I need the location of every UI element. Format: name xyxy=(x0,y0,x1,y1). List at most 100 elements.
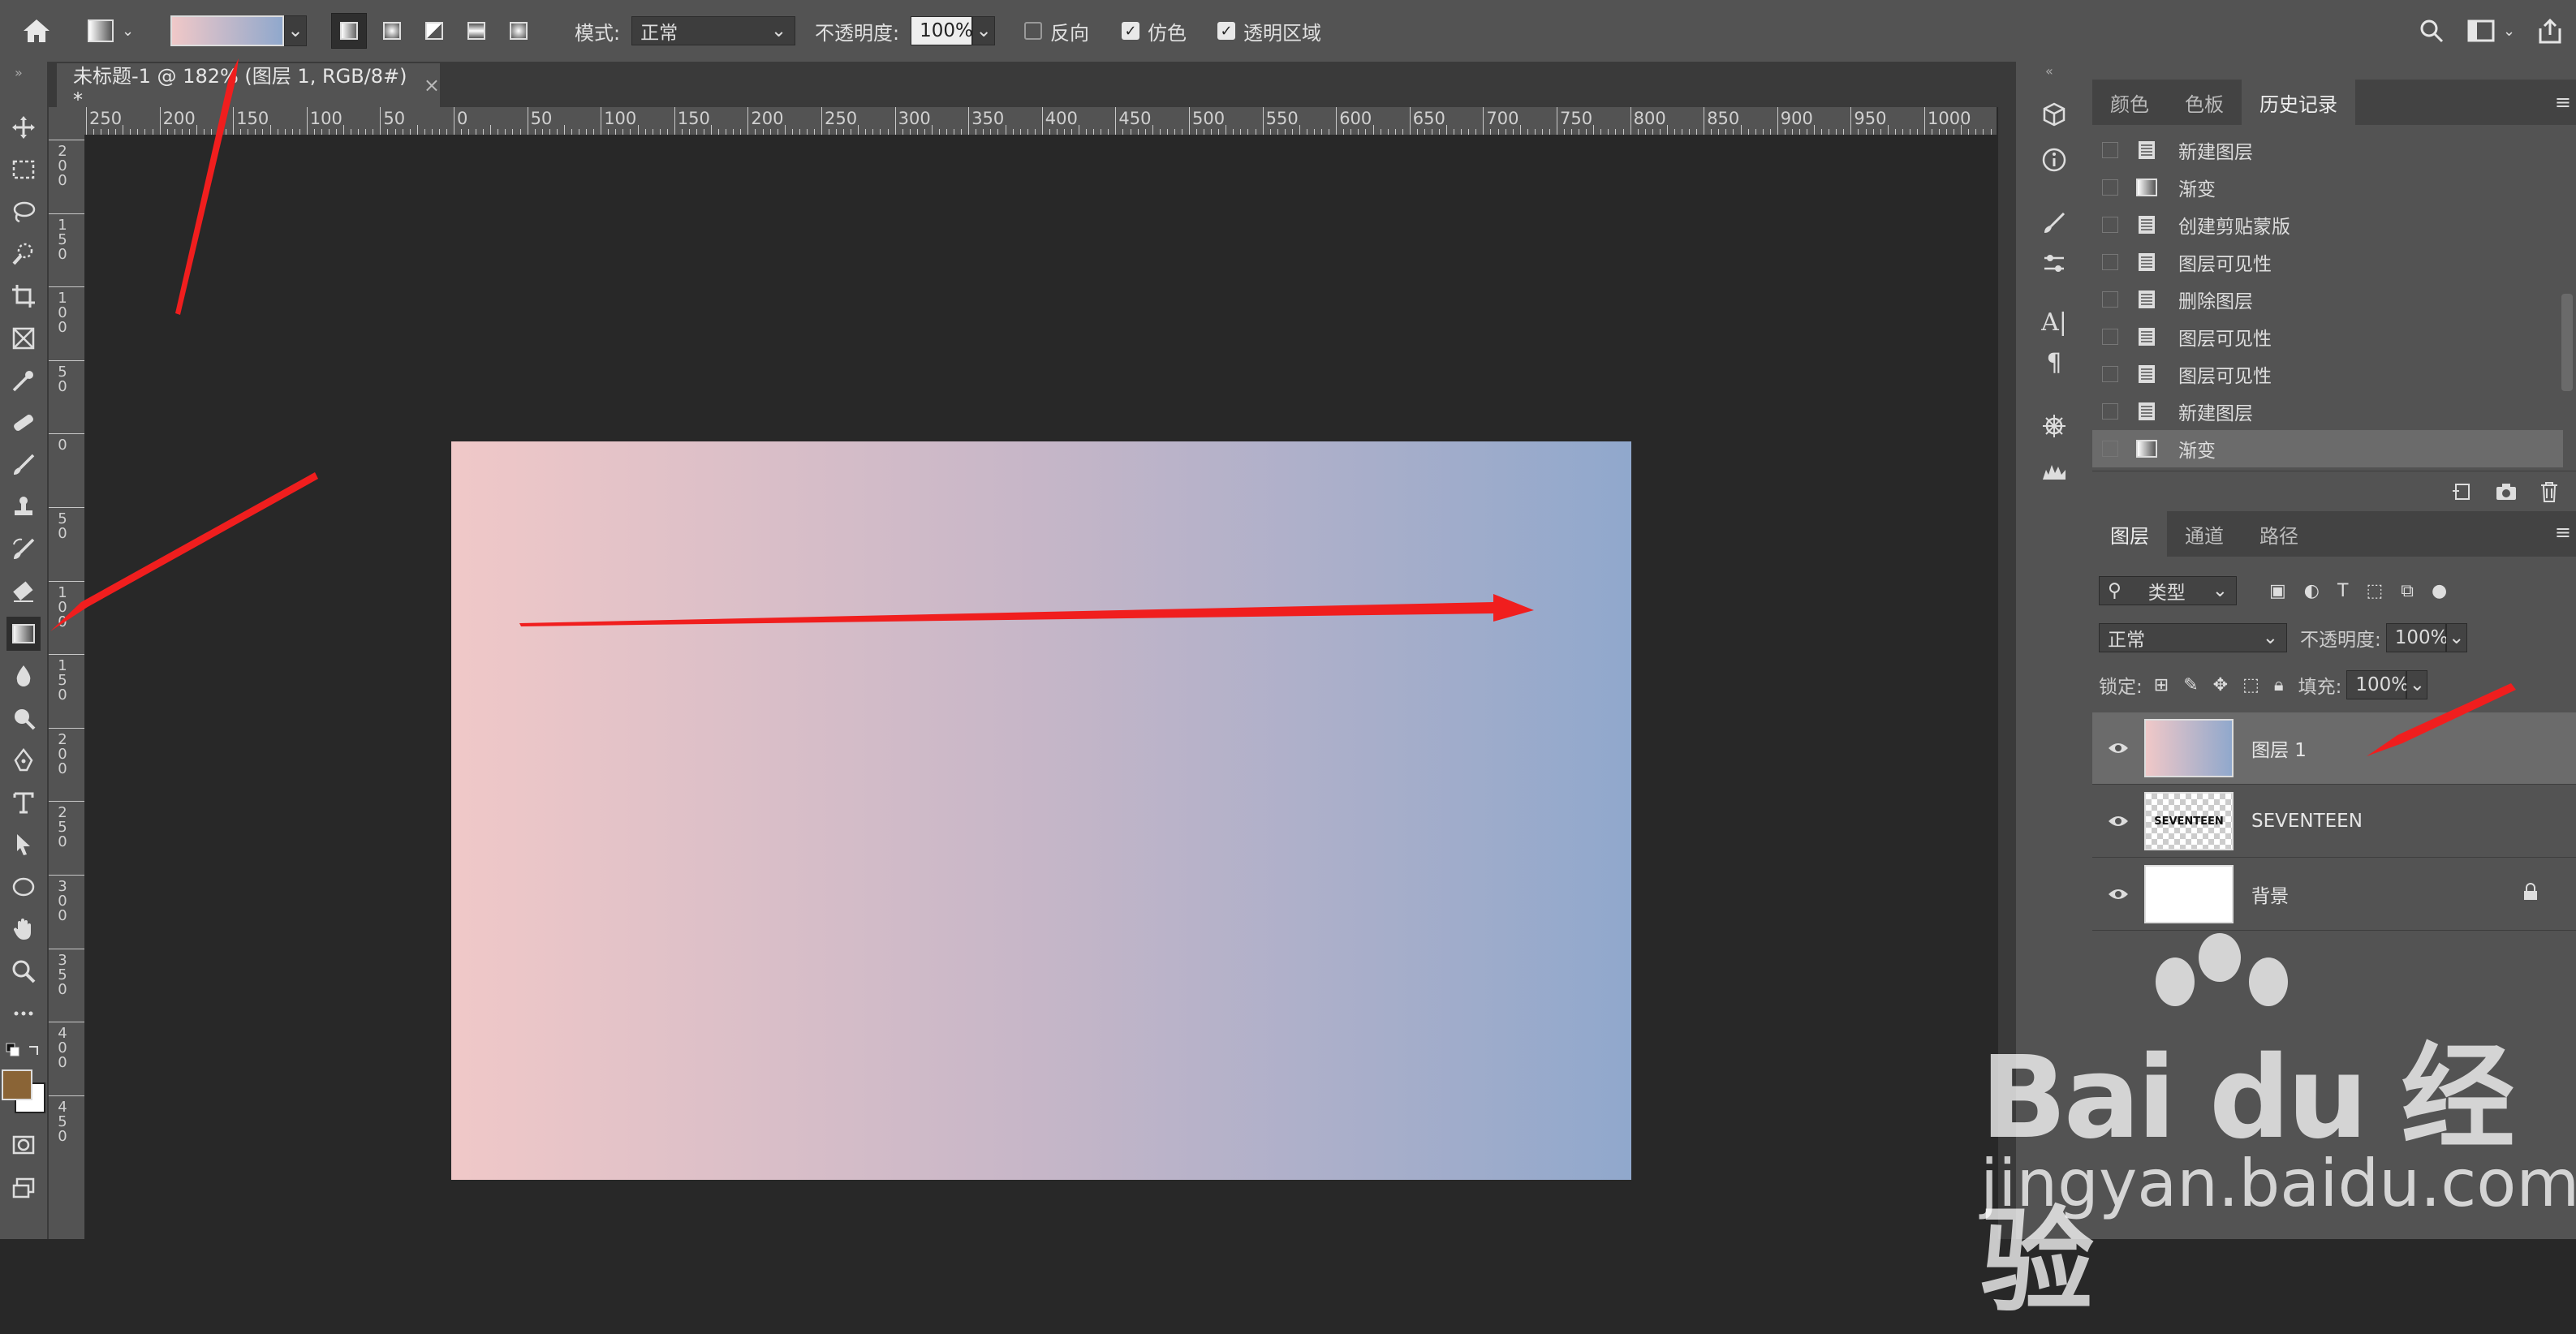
new-document-from-state-icon[interactable] xyxy=(2451,481,2474,502)
collapse-icon[interactable]: « xyxy=(2045,63,2053,79)
eye-icon[interactable] xyxy=(2092,741,2144,755)
layer-opacity-dropdown[interactable]: ⌄ xyxy=(2445,623,2467,652)
history-item[interactable]: 渐变 xyxy=(2092,169,2563,206)
info-panel-button[interactable] xyxy=(2037,143,2071,177)
frame-tool[interactable] xyxy=(6,321,41,355)
transparency-option[interactable]: ✓ 透明区域 xyxy=(1217,0,1321,62)
history-item[interactable]: 图层可见性 xyxy=(2092,355,2563,393)
reflected-gradient-button[interactable] xyxy=(459,14,493,48)
layer-name[interactable]: 图层 1 xyxy=(2251,734,2307,762)
linear-gradient-button[interactable] xyxy=(331,13,367,49)
angle-gradient-button[interactable] xyxy=(417,14,451,48)
shape-filter-icon[interactable]: ⬚ xyxy=(2366,581,2383,601)
collapse-icon[interactable]: » xyxy=(15,65,23,80)
home-button[interactable] xyxy=(21,0,52,62)
tab-channels[interactable]: 通道 xyxy=(2167,511,2242,557)
diamond-gradient-button[interactable] xyxy=(502,14,536,48)
history-snapshot-checkbox[interactable] xyxy=(2102,291,2118,308)
swap-colors[interactable] xyxy=(5,1042,42,1058)
gradient-dropdown[interactable]: ⌄ xyxy=(284,15,307,46)
lasso-tool[interactable] xyxy=(6,195,41,229)
quick-select-tool[interactable] xyxy=(6,237,41,271)
lock-all-icon[interactable]: 🔒︎ xyxy=(2274,675,2284,695)
crop-tool[interactable] xyxy=(6,279,41,313)
blend-mode-select[interactable]: 正常 ⌄ xyxy=(2099,623,2287,652)
search-button[interactable] xyxy=(2419,0,2445,62)
document-tab[interactable]: 未标题-1 @ 182% (图层 1, RGB/8#) * × xyxy=(57,63,440,111)
pen-tool[interactable] xyxy=(6,743,41,777)
adjustment-filter-icon[interactable]: ◐ xyxy=(2304,581,2320,601)
trash-icon[interactable] xyxy=(2539,480,2560,503)
lock-pixels-icon[interactable]: ✎ xyxy=(2183,675,2198,695)
screen-mode-button[interactable] xyxy=(6,1172,41,1206)
share-button[interactable] xyxy=(2537,0,2563,62)
type-filter-icon[interactable]: T xyxy=(2337,581,2348,601)
workspace-button[interactable]: ⌄ xyxy=(2467,0,2515,62)
history-item[interactable]: 删除图层 xyxy=(2092,281,2563,318)
history-snapshot-checkbox[interactable] xyxy=(2102,142,2118,158)
history-item[interactable]: 图层可见性 xyxy=(2092,243,2563,281)
lock-position-icon[interactable]: ✥ xyxy=(2213,675,2228,695)
horizontal-ruler[interactable]: 250 200 150 100 50 0 50 100 150 200 250 300 350 400 45… xyxy=(84,107,1997,136)
eye-icon[interactable] xyxy=(2092,887,2144,902)
stamp-tool[interactable] xyxy=(6,490,41,524)
tab-color[interactable]: 颜色 xyxy=(2092,80,2167,125)
radial-gradient-button[interactable] xyxy=(375,14,409,48)
history-snapshot-checkbox[interactable] xyxy=(2102,441,2118,457)
gradient-swatch[interactable] xyxy=(170,15,284,46)
mode-select[interactable]: 正常 ⌄ xyxy=(631,16,796,45)
eraser-tool[interactable] xyxy=(6,574,41,609)
move-tool[interactable] xyxy=(6,110,41,144)
histogram-panel-button[interactable] xyxy=(2037,454,2071,488)
marquee-tool[interactable] xyxy=(6,153,41,187)
3d-panel-button[interactable] xyxy=(2037,97,2071,131)
navigator-panel-button[interactable] xyxy=(2037,409,2071,443)
document-canvas[interactable] xyxy=(451,441,1631,1180)
dodge-tool[interactable] xyxy=(6,701,41,735)
quick-mask-button[interactable] xyxy=(6,1128,41,1162)
vertical-ruler[interactable]: 2 0 0 1 5 0 1 0 0 5 0 0 5 0 1 0 0 1 5 0 2 0 0 2 5… xyxy=(49,135,85,1239)
more-tools[interactable] xyxy=(6,996,41,1031)
pixel-filter-icon[interactable]: ▣ xyxy=(2269,581,2286,601)
layer-row[interactable]: 图层 1 xyxy=(2092,712,2576,785)
character-panel-button[interactable]: A| xyxy=(2037,305,2071,339)
adjustments-panel-button[interactable] xyxy=(2037,247,2071,281)
brush-tool[interactable] xyxy=(6,448,41,482)
history-item[interactable]: 图层可见性 xyxy=(2092,318,2563,355)
hand-tool[interactable] xyxy=(6,912,41,946)
reverse-checkbox[interactable] xyxy=(1024,22,1042,40)
layer-row[interactable]: 背景 xyxy=(2092,858,2576,931)
ellipse-tool[interactable] xyxy=(6,870,41,904)
opacity-input[interactable]: 100% xyxy=(911,16,973,45)
layer-name[interactable]: SEVENTEEN xyxy=(2251,811,2363,832)
blur-tool[interactable] xyxy=(6,659,41,693)
reverse-option[interactable]: 反向 xyxy=(1024,0,1089,62)
lock-artboard-icon[interactable]: ⬚ xyxy=(2242,675,2259,695)
history-item[interactable]: 新建图层 xyxy=(2092,131,2563,169)
history-item[interactable]: 创建剪贴蒙版 xyxy=(2092,206,2563,243)
gradient-picker[interactable]: ⌄ xyxy=(170,0,307,62)
history-snapshot-checkbox[interactable] xyxy=(2102,254,2118,270)
tab-layers[interactable]: 图层 xyxy=(2092,511,2167,557)
eyedropper-tool[interactable] xyxy=(6,364,41,398)
history-brush-tool[interactable] xyxy=(6,532,41,566)
type-tool[interactable] xyxy=(6,785,41,820)
opacity-dropdown[interactable]: ⌄ xyxy=(972,16,996,45)
history-scrollbar[interactable] xyxy=(2561,294,2573,391)
layer-row[interactable]: SEVENTEEN SEVENTEEN xyxy=(2092,785,2576,858)
foreground-color-swatch[interactable] xyxy=(2,1069,32,1100)
transparency-checkbox[interactable]: ✓ xyxy=(1217,22,1235,40)
layer-thumbnail[interactable]: SEVENTEEN xyxy=(2144,792,2234,850)
layer-thumbnail[interactable] xyxy=(2144,865,2234,923)
camera-icon[interactable] xyxy=(2495,481,2518,502)
history-item[interactable]: 新建图层 xyxy=(2092,393,2563,430)
paragraph-panel-button[interactable]: ¶ xyxy=(2037,346,2071,380)
lock-transparent-icon[interactable]: ⊞ xyxy=(2154,675,2169,695)
zoom-tool[interactable] xyxy=(6,954,41,988)
dither-option[interactable]: ✓ 仿色 xyxy=(1122,0,1187,62)
tab-history[interactable]: 历史记录 xyxy=(2242,80,2355,125)
eye-icon[interactable] xyxy=(2092,814,2144,828)
path-select-tool[interactable] xyxy=(6,828,41,862)
healing-tool[interactable] xyxy=(6,406,41,440)
history-panel-menu[interactable]: ≡ xyxy=(2555,91,2571,114)
